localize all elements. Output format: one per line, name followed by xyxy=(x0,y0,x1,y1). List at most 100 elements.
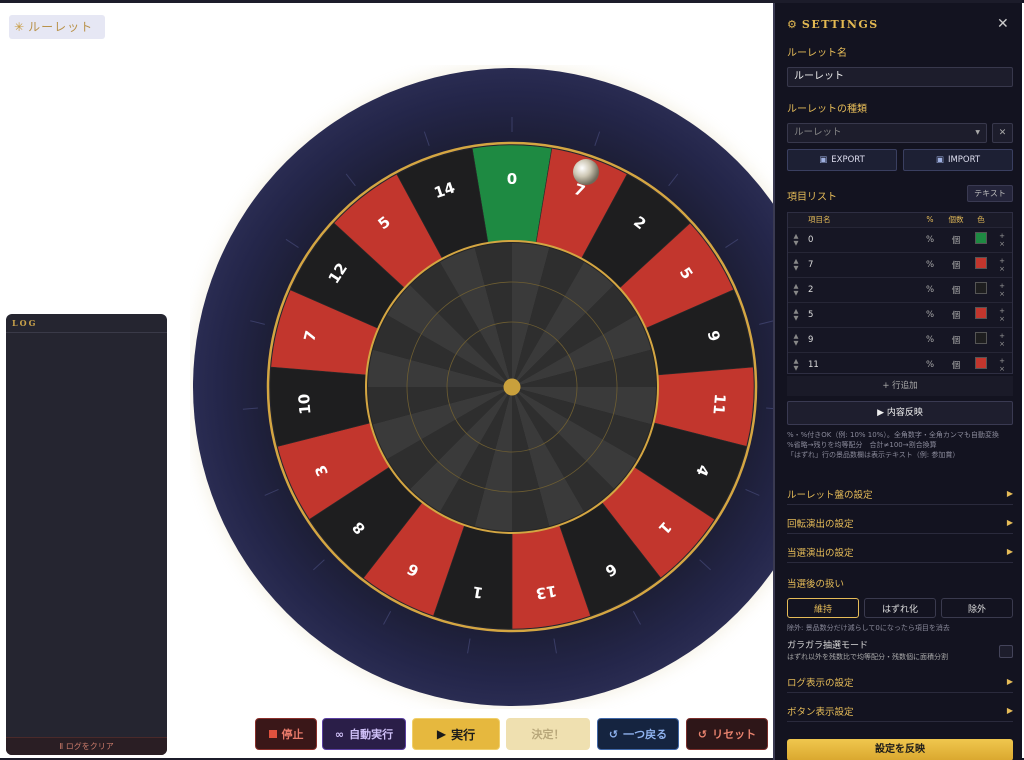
run-label: 実行 xyxy=(451,727,476,742)
row-actions[interactable]: + × xyxy=(992,251,1012,277)
chevron-down-icon: ▼ xyxy=(975,129,980,136)
roulette-wheel[interactable]: 072591141613168310712514 xyxy=(190,65,790,709)
color-swatch[interactable] xyxy=(975,232,987,244)
reorder-handle[interactable]: ▲ ▼ xyxy=(788,276,804,302)
item-count-cell[interactable]: 個 xyxy=(942,251,970,277)
reorder-handle[interactable]: ▲ ▼ xyxy=(788,326,804,352)
win-settings-section[interactable]: 当選演出の設定 ▶ xyxy=(787,541,1013,563)
color-swatch[interactable] xyxy=(975,307,987,319)
undo-button[interactable]: ↺ 一つ戻る xyxy=(597,718,679,750)
item-pct-cell[interactable]: % xyxy=(918,301,942,327)
wheel-label: 13 xyxy=(534,582,558,603)
item-row: ▲ ▼ 11% 個 + × xyxy=(788,351,1012,373)
run-button[interactable]: ▶ 実行 xyxy=(412,718,500,750)
close-icon[interactable]: ✕ xyxy=(997,16,1009,32)
help-text: %・%付きOK（例: 10% 10%）。全角数字・全角カンマも自動変換 %省略→… xyxy=(787,430,1013,460)
color-swatch[interactable] xyxy=(975,332,987,344)
item-name-cell[interactable]: 7 xyxy=(804,251,918,277)
reorder-handle[interactable]: ▲ ▼ xyxy=(788,226,804,252)
log-settings-label: ログ表示の設定 xyxy=(787,677,854,689)
color-swatch[interactable] xyxy=(975,357,987,370)
item-color-cell[interactable] xyxy=(970,301,992,327)
stop-icon xyxy=(268,730,277,738)
log-panel: LOG Ⅱ ログをクリア xyxy=(6,314,167,755)
roulette-name-input[interactable]: ルーレット xyxy=(787,67,1013,87)
item-name-cell[interactable]: 9 xyxy=(804,326,918,352)
item-count-cell[interactable]: 個 xyxy=(942,326,970,352)
roulette-title: ルーレット xyxy=(28,20,94,34)
item-pct-cell[interactable]: % xyxy=(918,326,942,352)
text-mode-button[interactable]: テキスト xyxy=(967,185,1013,202)
row-actions[interactable]: + × xyxy=(992,301,1012,327)
item-row: ▲ ▼ 0% 個 + × xyxy=(788,226,1012,252)
auto-run-button[interactable]: ∞ 自動実行 xyxy=(322,718,406,750)
item-name-cell[interactable]: 5 xyxy=(804,301,918,327)
item-color-cell[interactable] xyxy=(970,251,992,277)
apply-content-button[interactable]: ▶ 内容反映 xyxy=(787,401,1013,425)
item-color-cell[interactable] xyxy=(970,226,992,252)
board-settings-section[interactable]: ルーレット盤の設定 ▶ xyxy=(787,483,1013,505)
item-row: ▲ ▼ 7% 個 + × xyxy=(788,251,1012,277)
stop-label: 停止 xyxy=(281,728,304,741)
item-pct-cell[interactable]: % xyxy=(918,226,942,252)
wheel-hub xyxy=(503,378,521,396)
button-settings-label: ボタン表示設定 xyxy=(787,706,854,718)
row-actions[interactable]: + × xyxy=(992,351,1012,373)
item-color-cell[interactable] xyxy=(970,351,992,373)
item-count-cell[interactable]: 個 xyxy=(942,351,970,373)
color-swatch[interactable] xyxy=(975,257,987,269)
reorder-handle[interactable]: ▲ ▼ xyxy=(788,351,804,373)
after-win-label: 当選後の扱い xyxy=(787,579,845,590)
item-pct-cell[interactable]: % xyxy=(918,276,942,302)
item-count-cell[interactable]: 個 xyxy=(942,226,970,252)
gara-mode-checkbox[interactable] xyxy=(999,645,1013,658)
col-pct-header: % xyxy=(918,213,942,227)
item-color-cell[interactable] xyxy=(970,326,992,352)
row-actions[interactable]: + × xyxy=(992,226,1012,252)
undo-label: 一つ戻る xyxy=(623,728,668,741)
item-name-cell[interactable]: 2 xyxy=(804,276,918,302)
after-keep-toggle[interactable]: 維持 xyxy=(787,598,859,618)
win-settings-label: 当選演出の設定 xyxy=(787,547,854,559)
items-table: 項目名 % 個数 色 ▲ ▼ 0% 個 + × ▲ ▼ 7% 個 + × ▲ ▼ 2% 個 + × ▲ ▼ 5% 個 + × ▲… xyxy=(787,212,1013,374)
spin-settings-section[interactable]: 回転演出の設定 ▶ xyxy=(787,512,1013,534)
item-name-cell[interactable]: 0 xyxy=(804,226,918,252)
reset-label: リセット xyxy=(712,728,757,741)
reset-button[interactable]: ↺ リセット xyxy=(686,718,768,750)
type-select[interactable]: ルーレット ▼ xyxy=(787,123,987,143)
stop-button[interactable]: 停止 xyxy=(255,718,317,750)
wheel-label: 11 xyxy=(709,393,729,415)
reorder-handle[interactable]: ▲ ▼ xyxy=(788,301,804,327)
caret-right-icon: ▶ xyxy=(1006,547,1013,556)
reorder-handle[interactable]: ▲ ▼ xyxy=(788,251,804,277)
button-settings-section[interactable]: ボタン表示設定 ▶ xyxy=(787,700,1013,722)
decide-button[interactable]: 決定！ xyxy=(506,718,590,750)
export-button[interactable]: ▣ EXPORT xyxy=(787,149,897,171)
item-pct-cell[interactable]: % xyxy=(918,351,942,373)
type-label: ルーレットの種類 xyxy=(787,104,867,115)
roulette-title-chip[interactable]: ✳ ルーレット xyxy=(9,15,105,39)
clear-type-button[interactable]: ✕ xyxy=(992,123,1013,143)
item-name-cell[interactable]: 11 xyxy=(804,351,918,373)
log-settings-section[interactable]: ログ表示の設定 ▶ xyxy=(787,671,1013,693)
export-label: EXPORT xyxy=(831,155,865,165)
item-count-cell[interactable]: 個 xyxy=(942,276,970,302)
decide-label: 決定！ xyxy=(531,728,565,741)
item-color-cell[interactable] xyxy=(970,276,992,302)
apply-settings-button[interactable]: 設定を反映 xyxy=(787,739,1013,760)
item-pct-cell[interactable]: % xyxy=(918,251,942,277)
after-miss-toggle[interactable]: はずれ化 xyxy=(864,598,936,618)
after-remove-toggle[interactable]: 除外 xyxy=(941,598,1013,618)
infinity-icon: ∞ xyxy=(334,727,345,741)
spin-settings-label: 回転演出の設定 xyxy=(787,518,854,530)
add-row-button[interactable]: + 行追加 xyxy=(787,376,1013,396)
import-button[interactable]: ▣ IMPORT xyxy=(903,149,1013,171)
undo-icon: ↺ xyxy=(608,727,619,741)
color-swatch[interactable] xyxy=(975,282,987,294)
caret-right-icon: ▶ xyxy=(1006,677,1013,686)
row-actions[interactable]: + × xyxy=(992,276,1012,302)
item-row: ▲ ▼ 5% 個 + × xyxy=(788,301,1012,327)
item-count-cell[interactable]: 個 xyxy=(942,301,970,327)
row-actions[interactable]: + × xyxy=(992,326,1012,352)
roulette-ball xyxy=(573,159,599,185)
